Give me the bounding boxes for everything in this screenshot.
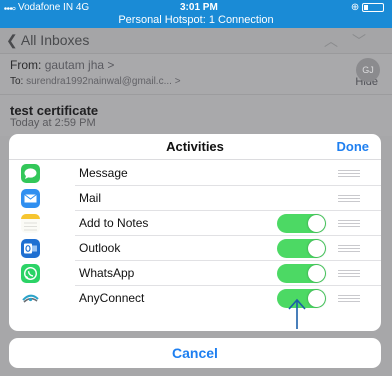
status-icons: ⊕ [351, 2, 384, 13]
activity-label: Message [79, 166, 128, 180]
from-label: From: [10, 58, 42, 72]
message-subject: test certificate [10, 103, 99, 118]
activities-sheet: Activities Done Message Mail Add to Note… [9, 134, 381, 331]
activity-row-whatsapp[interactable]: WhatsApp [9, 261, 381, 286]
activity-label: WhatsApp [79, 266, 135, 280]
whatsapp-toggle[interactable] [277, 264, 326, 283]
back-button[interactable]: ❮ All Inboxes [6, 32, 89, 49]
mail-nav-bar: ❮ All Inboxes ︿﹀ [0, 28, 392, 54]
message-icon [21, 164, 40, 183]
from-line: From: gautam jha > [10, 58, 114, 72]
rotation-lock-icon: ⊕ [350, 2, 360, 13]
outlook-toggle[interactable] [277, 239, 326, 258]
status-bar: Vodafone IN 4G 3:01 PM ⊕ Personal Hotspo… [0, 0, 392, 28]
to-line: To: surendra1992nainwal@gmail.c... > [10, 76, 181, 87]
message-nav-arrows[interactable]: ︿﹀ [324, 31, 380, 51]
back-button-label: All Inboxes [20, 32, 90, 48]
activity-label: Add to Notes [79, 216, 149, 230]
carrier-label: Vodafone IN 4G [18, 2, 90, 13]
cancel-button[interactable]: Cancel [9, 338, 381, 368]
to-chevron: > [174, 76, 181, 87]
annotation-arrow-icon [282, 296, 312, 330]
reorder-handle-icon[interactable] [338, 268, 360, 279]
avatar: GJ [356, 58, 380, 82]
activity-row-add-to-notes[interactable]: Add to Notes [9, 211, 381, 236]
toggle-knob [308, 265, 325, 282]
to-address[interactable]: surendra1992nainwal@gmail.c... [26, 76, 172, 87]
add-to-notes-toggle[interactable] [277, 214, 326, 233]
activity-row-mail[interactable]: Mail [9, 186, 381, 211]
status-time: 3:01 PM [180, 2, 218, 13]
activity-row-outlook[interactable]: Outlook [9, 236, 381, 261]
message-date: Today at 2:59 PM [10, 117, 96, 129]
toggle-knob [308, 240, 325, 257]
reorder-handle-icon[interactable] [338, 293, 360, 304]
reorder-handle-icon[interactable] [338, 243, 360, 254]
toggle-knob [308, 215, 325, 232]
sheet-title: Activities [166, 139, 224, 154]
sheet-header: Activities Done [9, 134, 381, 160]
anyconnect-icon [21, 289, 40, 308]
reorder-handle-icon[interactable] [338, 218, 360, 229]
mail-icon [21, 189, 40, 208]
status-row: Vodafone IN 4G 3:01 PM ⊕ [0, 2, 392, 14]
mail-header: From: gautam jha > To: surendra1992nainw… [0, 54, 392, 94]
activity-row-anyconnect[interactable]: AnyConnect [9, 286, 381, 311]
activity-label: Mail [79, 191, 102, 205]
activity-row-message[interactable]: Message [9, 161, 381, 186]
hotspot-banner[interactable]: Personal Hotspot: 1 Connection [0, 14, 392, 26]
chevron-left-icon: ❮ [6, 32, 18, 48]
activity-label: AnyConnect [79, 291, 145, 305]
subject-area: test certificate Today at 2:59 PM [0, 94, 392, 136]
done-button[interactable]: Done [337, 139, 370, 154]
outlook-icon [21, 239, 40, 258]
reorder-handle-icon[interactable] [338, 168, 360, 179]
whatsapp-icon [21, 264, 40, 283]
battery-icon [362, 2, 384, 12]
to-label: To: [10, 76, 24, 87]
activity-label: Outlook [79, 241, 121, 255]
reorder-handle-icon[interactable] [338, 193, 360, 204]
from-name[interactable]: gautam jha [45, 58, 104, 72]
from-chevron: > [107, 58, 115, 72]
notes-icon [21, 214, 40, 233]
